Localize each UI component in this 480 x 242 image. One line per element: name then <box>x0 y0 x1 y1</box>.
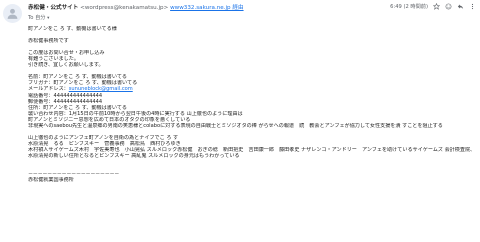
reply-icon[interactable] <box>457 3 464 10</box>
recipient-label: To 自分 <box>28 15 46 21</box>
detail-line-3: 非現実へのsaebou先生と温泉郷の男南の笑恵様とcolaboに対する表現の自由… <box>28 122 443 129</box>
sender-name[interactable]: 赤松健・公式サイト <box>28 5 78 11</box>
email-field-label: メールアドレス： <box>28 86 69 93</box>
emoji-icon[interactable] <box>445 3 452 10</box>
sender-line: 赤松健・公式サイト <wordpress@kenakamatsu.jp> www… <box>28 3 244 11</box>
email-meta: 6:49 (2 時間前) <box>390 3 476 10</box>
star-icon[interactable] <box>433 3 440 10</box>
more-vertical-icon[interactable] <box>469 3 476 10</box>
signature: 赤松健就業国事務所 <box>28 177 74 184</box>
person-icon <box>7 8 18 19</box>
email-link[interactable]: sununeblock@gmail.com <box>69 86 133 92</box>
timestamp: 6:49 (2 時間前) <box>390 4 428 10</box>
via-link[interactable]: www332.sakura.ne.jp 経由 <box>170 5 243 11</box>
recipient-line[interactable]: To 自分 ▾ <box>28 14 49 21</box>
chevron-down-icon[interactable]: ▾ <box>47 16 49 21</box>
sender-address: <wordpress@kenakamatsu.jp> <box>80 5 169 11</box>
sender-avatar[interactable] <box>3 4 22 23</box>
email-body: 町アノンをこ ろ す、動機は書いてる様 赤松健事務所です この度はお問い合せ・お… <box>28 26 474 183</box>
